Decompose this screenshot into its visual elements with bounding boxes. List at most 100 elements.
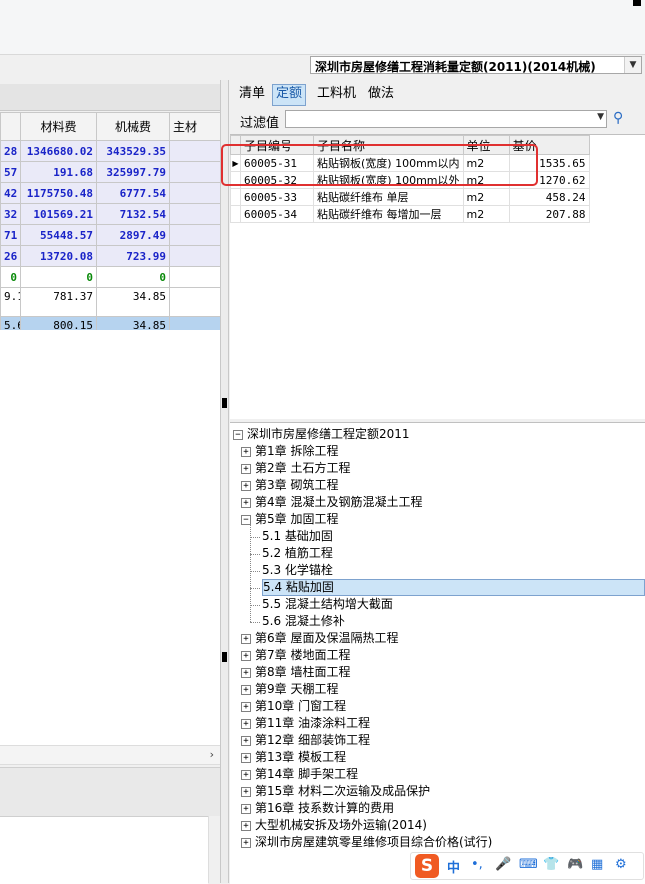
quota-library-select[interactable]: 深圳市房屋修缮工程消耗量定额(2011)(2014机械) ▼: [310, 56, 642, 74]
tree-chapter-node[interactable]: 第11章 油漆涂料工程: [255, 715, 370, 732]
tree-chapter-node[interactable]: 第9章 天棚工程: [255, 681, 338, 698]
expand-icon[interactable]: +: [241, 702, 251, 712]
quota-library-value: 深圳市房屋修缮工程消耗量定额(2011)(2014机械): [315, 60, 596, 74]
column-header[interactable]: [0, 112, 21, 141]
summary-row[interactable]: 57 191.68 325997.79: [0, 161, 221, 183]
summary-row[interactable]: 42 1175750.48 6777.54: [0, 182, 221, 204]
tree-chapter-node[interactable]: 第16章 技系数计算的费用: [255, 800, 394, 817]
summary-row[interactable]: 71 55448.57 2897.49: [0, 224, 221, 246]
quota-price-cell: 458.24: [508, 188, 590, 206]
tree-section-node[interactable]: 5.4 粘贴加固: [262, 579, 645, 596]
summary-cell: 71: [0, 224, 21, 246]
summary-cell: 191.68: [20, 161, 97, 183]
tree-section-node[interactable]: 5.1 基础加固: [262, 528, 333, 545]
tree-chapter-node[interactable]: 第15章 材料二次运输及成品保护: [255, 783, 430, 800]
expand-icon[interactable]: +: [241, 719, 251, 729]
tree-chapter-node[interactable]: 第12章 细部装饰工程: [255, 732, 370, 749]
tree-chapter-node[interactable]: 第13章 模板工程: [255, 749, 346, 766]
quota-code-cell: 60005-34: [240, 205, 314, 223]
tree-connector: [250, 605, 260, 606]
expand-icon[interactable]: +: [241, 481, 251, 491]
collapse-icon[interactable]: −: [233, 430, 243, 440]
quota-row[interactable]: 60005-34 粘贴碳纤维布 每增加一层 m2 207.88: [230, 205, 590, 223]
microphone-icon[interactable]: 🎤: [495, 857, 511, 872]
expand-icon[interactable]: +: [241, 447, 251, 457]
collapse-arrow-icon[interactable]: [222, 652, 227, 662]
summary-cell: [169, 203, 221, 225]
tree-connector: [250, 622, 260, 623]
tree-chapter-node[interactable]: 第5章 加固工程: [255, 511, 338, 528]
tree-chapter-node[interactable]: 第10章 门窗工程: [255, 698, 346, 715]
tab-method[interactable]: 做法: [365, 84, 397, 104]
quota-name-cell: 粘贴碳纤维布 单层: [313, 188, 464, 206]
summary-cell: 9.1: [0, 287, 21, 317]
collapse-arrow-icon[interactable]: [222, 398, 227, 408]
summary-cell: 26: [0, 245, 21, 267]
tab-quota[interactable]: 定额: [272, 84, 307, 106]
expand-icon[interactable]: +: [241, 685, 251, 695]
tree-section-node[interactable]: 5.2 植筋工程: [262, 545, 333, 562]
settings-icon[interactable]: ⚙: [615, 857, 627, 872]
column-header-machine[interactable]: 机械费: [96, 112, 170, 141]
summary-cell: 32: [0, 203, 21, 225]
summary-row[interactable]: 32 101569.21 7132.54: [0, 203, 221, 225]
tree-chapter-node[interactable]: 第4章 混凝土及钢筋混凝土工程: [255, 494, 422, 511]
gamepad-icon[interactable]: 🎮: [567, 857, 583, 872]
expand-icon[interactable]: +: [241, 821, 251, 831]
tree-section-node[interactable]: 5.3 化学锚栓: [262, 562, 333, 579]
tree-chapter-node[interactable]: 深圳市房屋建筑零星维修项目综合价格(试行): [255, 834, 492, 851]
summary-cell: 781.37: [20, 287, 97, 317]
expand-icon[interactable]: +: [241, 753, 251, 763]
tree-chapter-node[interactable]: 第8章 墙柱面工程: [255, 664, 350, 681]
expand-icon[interactable]: +: [241, 498, 251, 508]
sogou-logo-icon[interactable]: S: [415, 854, 439, 878]
tree-root-node[interactable]: 深圳市房屋修缮工程定额2011: [247, 426, 410, 443]
summary-cell: 343529.35: [96, 140, 170, 162]
tree-chapter-node[interactable]: 第2章 土石方工程: [255, 460, 350, 477]
tree-chapter-node[interactable]: 第7章 楼地面工程: [255, 647, 350, 664]
cost-summary-table: 材料费 机械费 主材 28 1346680.02 343529.35 57 191.68…: [0, 112, 221, 365]
summary-cell: 0: [0, 266, 21, 288]
tree-section-node[interactable]: 5.5 混凝土结构增大截面: [262, 596, 393, 613]
expand-icon[interactable]: +: [241, 804, 251, 814]
tab-bill[interactable]: 清单: [236, 84, 268, 104]
keyboard-icon[interactable]: ⌨: [519, 857, 538, 872]
expand-icon[interactable]: +: [241, 736, 251, 746]
summary-row[interactable]: 28 1346680.02 343529.35: [0, 140, 221, 162]
horizontal-scrollbar[interactable]: ›: [0, 745, 220, 765]
expand-icon[interactable]: +: [241, 464, 251, 474]
expand-icon[interactable]: +: [241, 668, 251, 678]
summary-cell: [169, 161, 221, 183]
summary-cell: 0: [20, 266, 97, 288]
summary-cell: 13720.08: [20, 245, 97, 267]
row-indicator: [230, 188, 241, 206]
tree-chapter-node[interactable]: 大型机械安拆及场外运输(2014): [255, 817, 427, 834]
tree-section-node[interactable]: 5.6 混凝土修补: [262, 613, 345, 630]
tree-chapter-node[interactable]: 第1章 拆除工程: [255, 443, 338, 460]
punctuation-icon[interactable]: •,: [471, 857, 483, 872]
input-mode-toggle[interactable]: 中: [447, 857, 460, 876]
filter-icon[interactable]: ⚲: [613, 110, 623, 126]
pane-splitter[interactable]: [220, 80, 229, 883]
summary-row[interactable]: 26 13720.08 723.99: [0, 245, 221, 267]
expand-icon[interactable]: +: [241, 770, 251, 780]
summary-row[interactable]: 000: [0, 266, 221, 288]
tree-chapter-node[interactable]: 第14章 脚手架工程: [255, 766, 358, 783]
quota-row[interactable]: 60005-33 粘贴碳纤维布 单层 m2 458.24: [230, 188, 590, 206]
tab-labor-material-machine[interactable]: 工料机: [314, 84, 359, 104]
tree-chapter-node[interactable]: 第3章 砌筑工程: [255, 477, 338, 494]
expand-icon[interactable]: +: [241, 634, 251, 644]
expand-icon[interactable]: +: [241, 651, 251, 661]
toolbox-icon[interactable]: ▦: [591, 857, 603, 872]
skin-icon[interactable]: 👕: [543, 857, 559, 872]
expand-icon[interactable]: +: [241, 787, 251, 797]
column-header-main-material[interactable]: 主材: [169, 112, 221, 141]
chevron-down-icon[interactable]: ▼: [624, 57, 641, 73]
filter-input[interactable]: ▼: [285, 110, 607, 128]
scroll-right-icon[interactable]: ›: [210, 748, 214, 761]
summary-row[interactable]: 9.1781.3734.85: [0, 287, 221, 317]
expand-icon[interactable]: +: [241, 838, 251, 848]
tree-chapter-node[interactable]: 第6章 屋面及保温隔热工程: [255, 630, 398, 647]
chevron-down-icon[interactable]: ▼: [597, 112, 604, 122]
column-header-material[interactable]: 材料费: [20, 112, 97, 141]
